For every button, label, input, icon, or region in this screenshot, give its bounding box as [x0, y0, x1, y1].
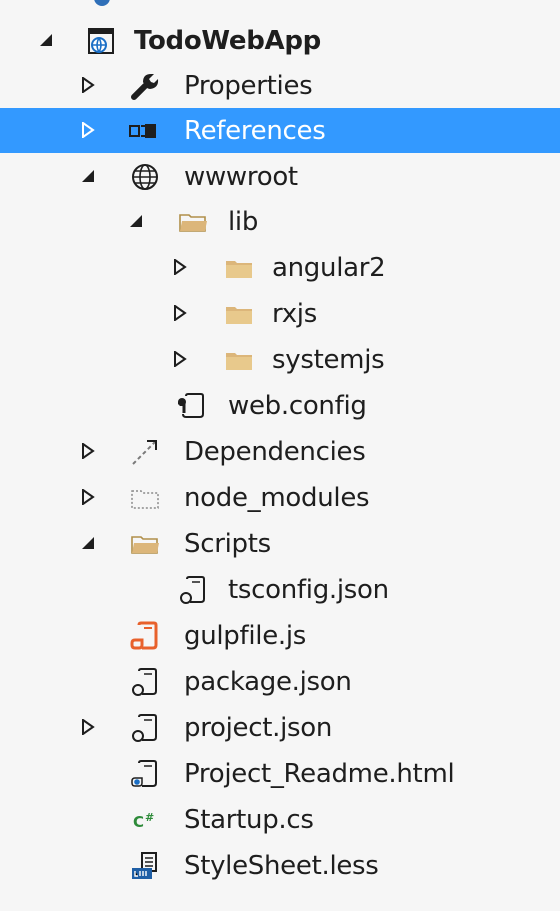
- tree-item-label: tsconfig.json: [228, 575, 389, 605]
- tree-item-label: wwwroot: [184, 162, 298, 192]
- tree-item-web-config[interactable]: web.config: [0, 383, 560, 428]
- folder-open-icon: [178, 207, 208, 237]
- tree-item-label: Scripts: [184, 529, 271, 559]
- svg-text:C: C: [133, 813, 144, 831]
- tree-item-label: TodoWebApp: [134, 26, 321, 56]
- collapse-arrow-icon[interactable]: [172, 305, 188, 321]
- html-file-icon: [130, 759, 160, 789]
- tree-item-dependencies[interactable]: Dependencies: [0, 429, 560, 474]
- tree-item-wwwroot[interactable]: wwwroot: [0, 154, 560, 199]
- solution-icon: [94, 0, 110, 6]
- wrench-icon: [130, 71, 160, 101]
- collapse-arrow-icon[interactable]: [80, 122, 96, 138]
- tree-item-label: project.json: [184, 713, 333, 743]
- hidden-folder-icon: [130, 483, 160, 513]
- references-icon: [128, 116, 158, 146]
- tree-item-label: Dependencies: [184, 437, 366, 467]
- tree-item-angular2[interactable]: angular2: [0, 245, 560, 290]
- tree-item-tsconfig-json[interactable]: tsconfig.json: [0, 567, 560, 612]
- json-file-icon: [130, 667, 160, 697]
- collapse-arrow-icon[interactable]: [80, 489, 96, 505]
- web-project-icon: [86, 26, 116, 56]
- tree-item-lib[interactable]: lib: [0, 199, 560, 244]
- tree-item-project-readme-html[interactable]: Project_Readme.html: [0, 751, 560, 796]
- tree-item-todowebapp[interactable]: TodoWebApp: [0, 18, 560, 63]
- tree-item-node-modules[interactable]: node_modules: [0, 475, 560, 520]
- collapse-arrow-icon[interactable]: [172, 351, 188, 367]
- expand-arrow-icon[interactable]: [80, 535, 96, 551]
- tree-item-stylesheet-less[interactable]: StyleSheet.less: [0, 843, 560, 888]
- tree-item-label: package.json: [184, 667, 352, 697]
- collapse-arrow-icon[interactable]: [80, 443, 96, 459]
- csharp-file-icon: C #: [130, 805, 160, 835]
- tree-item-label: systemjs: [272, 345, 385, 375]
- less-file-icon: [130, 851, 160, 881]
- tree-item-properties[interactable]: Properties: [0, 63, 560, 108]
- tree-item-label: lib: [228, 207, 259, 237]
- collapse-arrow-icon[interactable]: [80, 719, 96, 735]
- tree-item-label: node_modules: [184, 483, 370, 513]
- folder-icon: [224, 253, 254, 283]
- tree-item-label: gulpfile.js: [184, 621, 307, 651]
- tree-item-label: References: [184, 116, 326, 146]
- folder-icon: [224, 299, 254, 329]
- tree-item-label: Project_Readme.html: [184, 759, 455, 789]
- tree-item-label: angular2: [272, 253, 386, 283]
- folder-icon: [224, 345, 254, 375]
- folder-open-icon: [130, 529, 160, 559]
- config-file-icon: [176, 391, 206, 421]
- tree-item-gulpfile-js[interactable]: gulpfile.js: [0, 613, 560, 658]
- solution-explorer-tree: TodoWebApp Properties References wwwroot…: [0, 0, 560, 911]
- expand-arrow-icon[interactable]: [128, 213, 144, 229]
- svg-text:#: #: [145, 811, 154, 824]
- tree-item-label: StyleSheet.less: [184, 851, 379, 881]
- tree-item-package-json[interactable]: package.json: [0, 659, 560, 704]
- collapse-arrow-icon[interactable]: [80, 77, 96, 93]
- tree-item-references[interactable]: References: [0, 108, 560, 153]
- tree-item-label: web.config: [228, 391, 367, 421]
- json-file-icon: [130, 713, 160, 743]
- globe-icon: [130, 162, 160, 192]
- tree-item-project-json[interactable]: project.json: [0, 705, 560, 750]
- tree-item-rxjs[interactable]: rxjs: [0, 291, 560, 336]
- js-file-icon: [130, 621, 160, 651]
- tree-item-startup-cs[interactable]: C # Startup.cs: [0, 797, 560, 842]
- clipped-previous-row: [0, 0, 560, 10]
- expand-arrow-icon[interactable]: [80, 168, 96, 184]
- tree-item-label: Properties: [184, 71, 313, 101]
- expand-arrow-icon[interactable]: [38, 32, 54, 48]
- json-file-icon: [178, 575, 208, 605]
- tree-item-label: rxjs: [272, 299, 317, 329]
- collapse-arrow-icon[interactable]: [172, 259, 188, 275]
- tree-item-label: Startup.cs: [184, 805, 314, 835]
- tree-item-systemjs[interactable]: systemjs: [0, 337, 560, 382]
- tree-item-scripts[interactable]: Scripts: [0, 521, 560, 566]
- dependencies-icon: [130, 437, 160, 467]
